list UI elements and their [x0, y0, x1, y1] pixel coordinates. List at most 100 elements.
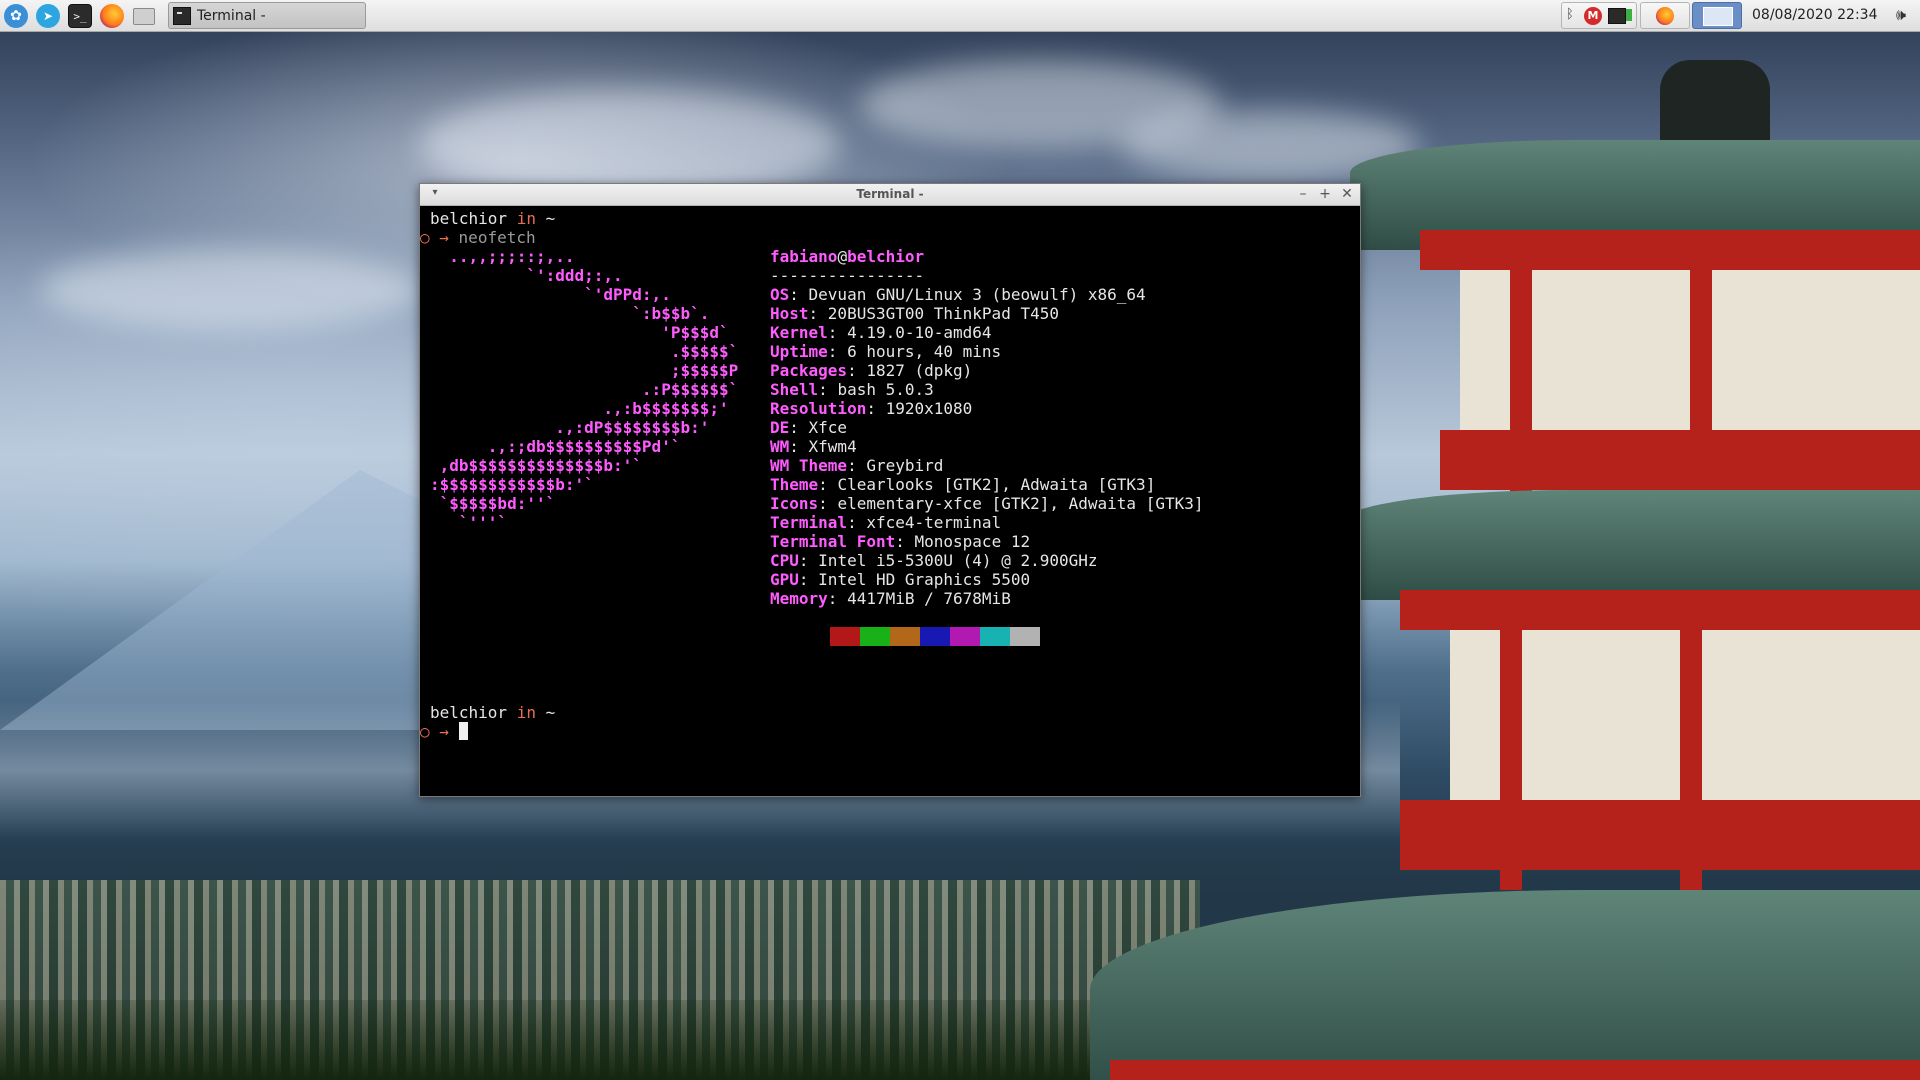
info-row: Kernel: 4.19.0-10-amd64 — [770, 323, 992, 342]
volume-icon[interactable]: 🕪 — [1896, 5, 1906, 25]
info-value: 6 hours, 40 mins — [847, 342, 1002, 361]
info-key: DE — [770, 418, 790, 437]
logo-line: ;$$$$$P — [430, 361, 739, 380]
info-row: WM: Xfwm4 — [770, 437, 857, 456]
separator: ---------------- — [770, 266, 925, 285]
info-value: Xfwm4 — [808, 437, 857, 456]
prompt-line: belchior in ~ — [430, 703, 556, 722]
info-key: GPU — [770, 570, 799, 589]
info-row: Icons: elementary-xfce [GTK2], Adwaita [… — [770, 494, 1204, 513]
logo-line: `$$$$$bd:''` — [430, 494, 556, 513]
info-value: 20BUS3GT00 ThinkPad T450 — [827, 304, 1059, 323]
info-value: Devuan GNU/Linux 3 (beowulf) x86_64 — [808, 285, 1146, 304]
info-row: Shell: bash 5.0.3 — [770, 380, 934, 399]
input-line[interactable]: ○ → — [420, 722, 468, 741]
info-row: DE: Xfce — [770, 418, 848, 437]
logo-line: :$$$$$$$$$$$$b:'` — [430, 475, 594, 494]
info-key: Terminal — [770, 513, 848, 532]
info-key: CPU — [770, 551, 799, 570]
info-row: Terminal Font: Monospace 12 — [770, 532, 1031, 551]
minimize-button[interactable]: – — [1294, 185, 1312, 203]
wallpaper-cloud — [40, 250, 420, 330]
info-key: Kernel — [770, 323, 828, 342]
system-tray: ᛒ M — [1561, 2, 1637, 29]
info-row: GPU: Intel HD Graphics 5500 — [770, 570, 1031, 589]
logo-line: ,db$$$$$$$$$$$$$$b:'` — [430, 456, 642, 475]
info-key: Theme — [770, 475, 819, 494]
logo-line: `'''` — [430, 513, 508, 532]
color-swatch — [860, 627, 890, 646]
info-key: WM Theme — [770, 456, 848, 475]
file-manager-launcher[interactable] — [132, 4, 156, 28]
info-value: 1920x1080 — [885, 399, 973, 418]
logo-line: `'dPPd:,. — [430, 285, 671, 304]
info-value: bash 5.0.3 — [837, 380, 934, 399]
bluetooth-icon[interactable]: ᛒ — [1566, 7, 1574, 22]
info-row: OS: Devuan GNU/Linux 3 (beowulf) x86_64 — [770, 285, 1146, 304]
logo-line: 'P$$$d` — [430, 323, 729, 342]
top-panel: ✿ ➤ >_ Terminal - ᛒ M 08/08/2020 22:34 🕪 — [0, 0, 1920, 32]
info-value: 4417MiB / 7678MiB — [847, 589, 1011, 608]
maximize-button[interactable]: + — [1316, 185, 1334, 203]
terminal-icon — [173, 6, 191, 25]
info-row: Memory: 4417MiB / 7678MiB — [770, 589, 1011, 608]
telegram-icon: ➤ — [42, 9, 54, 23]
info-row: Host: 20BUS3GT00 ThinkPad T450 — [770, 304, 1059, 323]
taskbar-button-terminal[interactable]: Terminal - — [168, 2, 366, 29]
whisker-menu-button[interactable]: ✿ — [4, 4, 28, 28]
color-swatch — [1010, 627, 1040, 646]
info-key: Icons — [770, 494, 819, 513]
wallpaper-pagoda — [1090, 60, 1920, 1080]
info-row: Resolution: 1920x1080 — [770, 399, 973, 418]
logo-line: .,:;db$$$$$$$$$$Pd'` — [430, 437, 681, 456]
info-value: 4.19.0-10-amd64 — [847, 323, 992, 342]
info-key: Host — [770, 304, 809, 323]
workspace-switcher[interactable] — [1692, 2, 1742, 29]
color-palette — [800, 627, 1040, 646]
info-value: Monospace 12 — [914, 532, 1031, 551]
mail-notifier-icon[interactable]: M — [1584, 7, 1602, 25]
window-titlebar[interactable]: ▾ Terminal - – + ✕ — [420, 184, 1360, 206]
logo-line: .$$$$$` — [430, 342, 739, 361]
info-row: Theme: Clearlooks [GTK2], Adwaita [GTK3] — [770, 475, 1156, 494]
firefox-launcher[interactable] — [100, 4, 124, 28]
info-key: Shell — [770, 380, 819, 399]
info-value: Clearlooks [GTK2], Adwaita [GTK3] — [837, 475, 1156, 494]
logo-line: ..,,;;;::;,.. — [430, 247, 575, 266]
info-key: Memory — [770, 589, 828, 608]
color-swatch — [950, 627, 980, 646]
info-key: OS — [770, 285, 790, 304]
telegram-launcher[interactable]: ➤ — [36, 4, 60, 28]
xfce-logo-icon: ✿ — [10, 8, 22, 24]
color-swatch — [890, 627, 920, 646]
firefox-window-button[interactable] — [1640, 2, 1690, 29]
logo-line: .,:dP$$$$$$$$b:' — [430, 418, 710, 437]
info-row: Packages: 1827 (dpkg) — [770, 361, 973, 380]
info-row: WM Theme: Greybird — [770, 456, 944, 475]
logo-line: .:P$$$$$$` — [430, 380, 739, 399]
color-swatch — [800, 627, 830, 646]
window-title: Terminal - — [856, 187, 924, 201]
terminal-launcher[interactable]: >_ — [68, 4, 92, 28]
color-swatch — [920, 627, 950, 646]
terminal-output[interactable]: belchior in ~ ○ → neofetch ..,,;;;::;,..… — [420, 206, 1360, 796]
taskbar-button-label: Terminal - — [197, 7, 266, 24]
info-value: Greybird — [866, 456, 944, 475]
terminal-icon: >_ — [73, 9, 87, 23]
info-key: Resolution — [770, 399, 867, 418]
logo-line: `:b$$b`. — [430, 304, 710, 323]
workspace-1[interactable] — [1703, 7, 1733, 26]
info-key: Terminal Font — [770, 532, 896, 551]
close-button[interactable]: ✕ — [1338, 185, 1356, 203]
firefox-icon — [1656, 7, 1674, 25]
network-icon[interactable] — [1608, 8, 1626, 24]
info-key: Packages — [770, 361, 848, 380]
terminal-window[interactable]: ▾ Terminal - – + ✕ belchior in ~ ○ → neo… — [419, 183, 1361, 797]
wallpaper-trees — [0, 1000, 1200, 1080]
info-row: Terminal: xfce4-terminal — [770, 513, 1002, 532]
folder-icon — [133, 7, 155, 25]
battery-icon[interactable] — [1626, 9, 1632, 21]
clock[interactable]: 08/08/2020 22:34 — [1752, 7, 1878, 23]
command-line: ○ → neofetch — [420, 228, 536, 247]
logo-line: `':ddd;:,. — [430, 266, 623, 285]
